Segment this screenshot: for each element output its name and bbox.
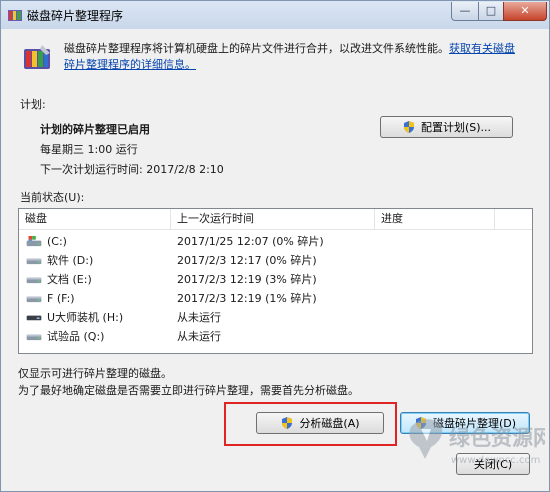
disk-name: U大师装机 (H:) [47, 311, 124, 324]
title-bar[interactable]: 磁盘碎片整理程序 — □ ✕ [1, 1, 549, 29]
site-watermark: 绿色资源网 www.downcc.com [409, 419, 545, 466]
last-run-cell: 2017/2/3 12:19 (1% 碎片) [177, 292, 317, 305]
hard-drive-icon [26, 334, 42, 341]
disk-row-f[interactable]: F (F:) 2017/2/3 12:19 (1% 碎片) [19, 290, 532, 307]
window-title: 磁盘碎片整理程序 [27, 9, 124, 23]
schedule-next-run: 下一次计划运行时间: 2017/2/8 2:10 [40, 163, 224, 176]
disk-row-d[interactable]: 软件 (D:) 2017/2/3 12:17 (0% 碎片) [19, 252, 532, 269]
disk-list-header: 磁盘 上一次运行时间 进度 [19, 209, 532, 230]
disk-name: 文档 (E:) [47, 273, 92, 286]
defrag-large-icon [24, 45, 50, 69]
disk-cell: U大师装机 (H:) [25, 309, 123, 326]
note-analyze-first: 为了最好地确定磁盘是否需要立即进行碎片整理，需要首先分析磁盘。 [18, 384, 359, 397]
hard-drive-icon [26, 258, 42, 265]
disk-name: 软件 (D:) [47, 254, 94, 267]
disk-name: F (F:) [47, 292, 75, 305]
disk-cell: F (F:) [25, 290, 75, 307]
watermark-url: www.downcc.com [451, 455, 540, 466]
uac-shield-icon [403, 121, 414, 133]
current-status-label: 当前状态(U): [20, 191, 85, 204]
watermark-brand: 绿色资源网 [449, 426, 545, 450]
configure-schedule-button[interactable]: 配置计划(S)... [380, 116, 513, 138]
description-body: 磁盘碎片整理程序将计算机硬盘上的碎片文件进行合并，以改进文件系统性能。 [64, 42, 449, 55]
disk-row-c[interactable]: (C:) 2017/1/25 12:07 (0% 碎片) [19, 233, 532, 250]
column-header-disk[interactable]: 磁盘 [19, 209, 171, 229]
schedule-frequency: 每星期三 1:00 运行 [40, 143, 138, 156]
disk-name: 试验品 (Q:) [47, 330, 105, 343]
disk-cell: 软件 (D:) [25, 252, 93, 269]
hard-drive-icon [26, 277, 42, 284]
last-run-cell: 2017/1/25 12:07 (0% 碎片) [177, 235, 324, 248]
last-run-cell: 从未运行 [177, 330, 221, 343]
disk-row-h[interactable]: U大师装机 (H:) 从未运行 [19, 309, 532, 326]
schedule-section-label: 计划: [20, 98, 46, 111]
minimize-button[interactable]: — [451, 2, 479, 21]
disk-name: (C:) [47, 235, 67, 248]
description-text: 磁盘碎片整理程序将计算机硬盘上的碎片文件进行合并，以改进文件系统性能。获取有关磁… [64, 41, 524, 73]
schedule-status: 计划的碎片整理已启用 [40, 123, 150, 136]
hard-drive-icon [26, 296, 42, 303]
analyze-highlight-box [224, 402, 397, 446]
configure-schedule-label: 配置计划(S)... [420, 121, 492, 134]
maximize-button[interactable]: □ [478, 2, 504, 21]
disk-cell: (C:) [25, 233, 67, 250]
close-window-button[interactable]: ✕ [503, 2, 547, 21]
disk-row-e[interactable]: 文档 (E:) 2017/2/3 12:19 (3% 碎片) [19, 271, 532, 288]
disk-cell: 试验品 (Q:) [25, 328, 104, 345]
system-drive-icon [26, 236, 42, 247]
last-run-cell: 2017/2/3 12:17 (0% 碎片) [177, 254, 317, 267]
disk-cell: 文档 (E:) [25, 271, 92, 288]
disk-row-q[interactable]: 试验品 (Q:) 从未运行 [19, 328, 532, 345]
column-header-last-run[interactable]: 上一次运行时间 [171, 209, 375, 229]
column-header-progress[interactable]: 进度 [375, 209, 495, 229]
defrag-window: 磁盘碎片整理程序 — □ ✕ 磁盘碎片整理程序将计算机硬盘上的碎片文件进行合并，… [0, 0, 550, 492]
last-run-cell: 2017/2/3 12:19 (3% 碎片) [177, 273, 317, 286]
disk-list[interactable]: 磁盘 上一次运行时间 进度 (C:) 2017/1/25 12:07 (0% 碎… [18, 208, 533, 354]
defrag-app-icon [8, 10, 22, 21]
last-run-cell: 从未运行 [177, 311, 221, 324]
usb-drive-icon [26, 315, 42, 321]
note-defrag-disks-only: 仅显示可进行碎片整理的磁盘。 [18, 367, 172, 380]
